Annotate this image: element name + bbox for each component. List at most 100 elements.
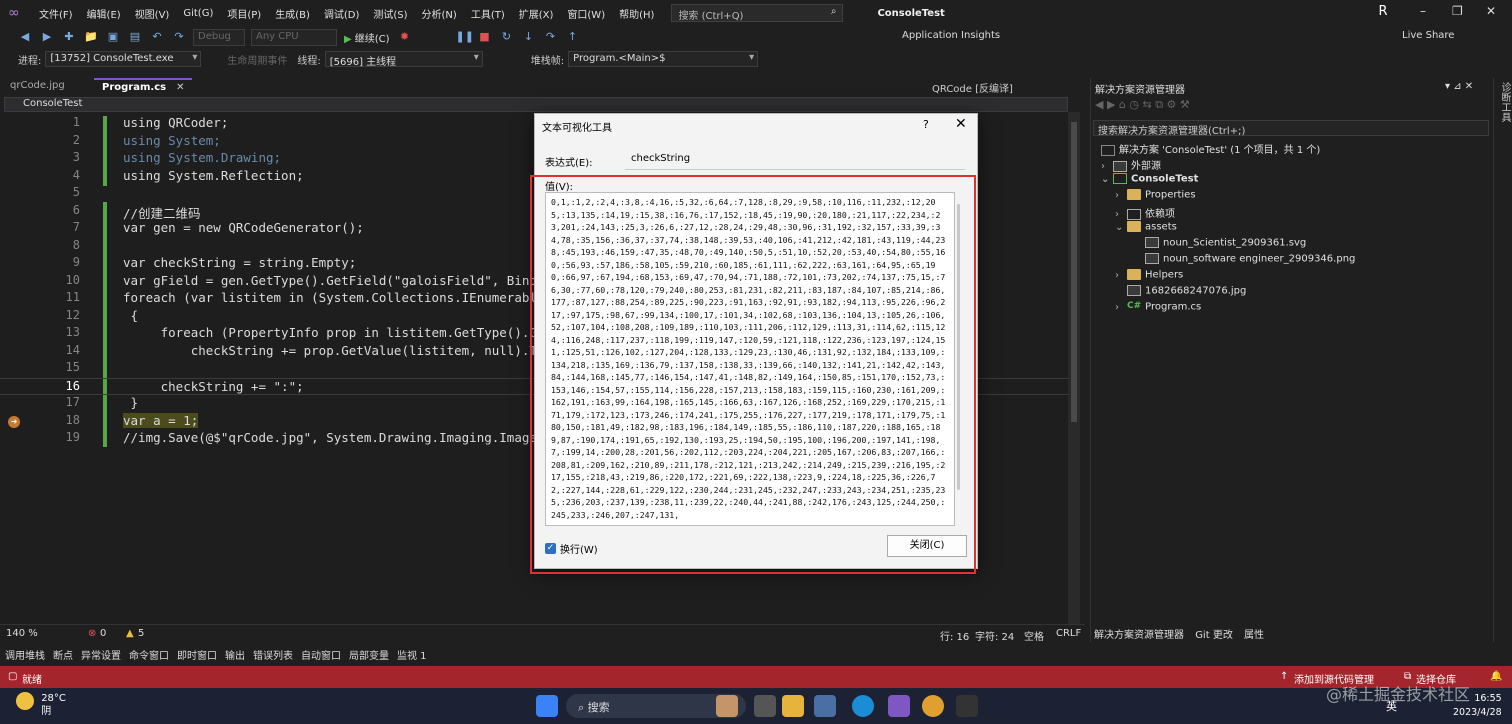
tab-qrcode-decompiled[interactable]: QRCode [反编译] [932, 80, 1013, 95]
expression-input[interactable]: checkString [625, 150, 965, 170]
step-out-icon[interactable]: ↑ [566, 30, 580, 44]
terminal-icon[interactable] [956, 695, 978, 717]
tab-breakpoints[interactable]: 断点 [53, 647, 73, 662]
chrome-icon[interactable] [922, 695, 944, 717]
error-count[interactable]: 0 [100, 628, 106, 639]
tab-immediate-window[interactable]: 即时窗口 [177, 647, 217, 662]
save-icon[interactable]: ▣ [106, 30, 120, 44]
stop-icon[interactable]: ■ [478, 30, 492, 44]
restart-icon[interactable]: ↻ [500, 30, 514, 44]
live-share-button[interactable]: Live Share [1402, 30, 1454, 41]
menu-debug[interactable]: 调试(D) [317, 6, 367, 21]
tree-helpers[interactable]: › Helpers [1115, 269, 1183, 281]
expand-arrow-icon[interactable]: › [1115, 209, 1127, 220]
menu-extensions[interactable]: 扩展(X) [512, 6, 561, 21]
collapse-arrow-icon[interactable]: ⌄ [1101, 174, 1113, 185]
menu-git[interactable]: Git(G) [176, 8, 220, 19]
solution-search-input[interactable]: 搜索解决方案资源管理器(Ctrl+;) [1093, 120, 1489, 137]
task-view-icon[interactable] [754, 695, 776, 717]
menu-tools[interactable]: 工具(T) [464, 6, 512, 21]
expand-arrow-icon[interactable]: › [1115, 190, 1127, 201]
global-search-input[interactable]: 搜索 (Ctrl+Q) ⌕ [671, 4, 844, 22]
thread-select[interactable]: [5696] 主线程 [324, 51, 483, 68]
whitespace-mode[interactable]: 空格 [1024, 628, 1044, 643]
continue-button[interactable]: ▶ 继续(C) [344, 30, 390, 45]
warning-count[interactable]: 5 [138, 628, 144, 639]
menu-window[interactable]: 窗口(W) [560, 6, 612, 21]
application-insights-button[interactable]: Application Insights [902, 30, 1000, 41]
restore-icon[interactable]: ❐ [1452, 4, 1463, 18]
dialog-close-icon[interactable]: ✕ [955, 116, 967, 132]
configuration-select[interactable]: Debug [193, 28, 245, 46]
expand-arrow-icon[interactable]: › [1101, 161, 1113, 172]
tree-file-png[interactable]: noun_software engineer_2909346.png [1145, 253, 1355, 265]
lifecycle-events[interactable]: 生命周期事件 [227, 52, 287, 67]
menu-view[interactable]: 视图(V) [128, 6, 177, 21]
editor-scrollbar[interactable] [1068, 112, 1080, 624]
close-window-icon[interactable]: ✕ [1486, 4, 1496, 18]
close-tab-icon[interactable]: ✕ [176, 82, 184, 93]
tab-qrcode-jpg[interactable]: qrCode.jpg [2, 78, 73, 95]
step-into-icon[interactable]: ↓ [522, 30, 536, 44]
edge-icon[interactable] [852, 695, 874, 717]
tree-program-cs[interactable]: › C# Program.cs [1115, 301, 1201, 313]
minimize-icon[interactable]: – [1420, 4, 1426, 18]
widget-app-icon[interactable] [716, 695, 738, 717]
start-icon[interactable] [536, 695, 558, 717]
back-icon[interactable]: ◀ [18, 30, 32, 44]
tree-file-jpg[interactable]: 1682668247076.jpg [1127, 285, 1246, 297]
tab-output[interactable]: 输出 [225, 647, 245, 662]
menu-file[interactable]: 文件(F) [32, 6, 80, 21]
store-icon[interactable] [814, 695, 836, 717]
line-ending[interactable]: CRLF [1056, 628, 1081, 639]
tree-project[interactable]: ⌄ ConsoleTest [1101, 173, 1198, 185]
collapse-arrow-icon[interactable]: ⌄ [1115, 222, 1127, 233]
tree-properties[interactable]: › Properties [1115, 189, 1196, 201]
tree-assets[interactable]: ⌄ assets [1115, 221, 1177, 233]
tab-solution-explorer[interactable]: 解决方案资源管理器 [1094, 630, 1184, 641]
tab-program-cs[interactable]: Program.cs ✕ [94, 78, 193, 95]
tab-command-window[interactable]: 命令窗口 [129, 647, 169, 662]
tree-file-svg[interactable]: noun_Scientist_2909361.svg [1145, 237, 1306, 249]
notifications-icon[interactable]: 🔔 [1490, 671, 1502, 682]
hot-reload-icon[interactable]: ✹ [398, 30, 412, 44]
visual-studio-icon[interactable] [888, 695, 910, 717]
menu-analyze[interactable]: 分析(N) [415, 6, 464, 21]
tab-git-changes[interactable]: Git 更改 [1195, 630, 1233, 641]
tab-locals[interactable]: 局部变量 [349, 647, 389, 662]
tab-watch-1[interactable]: 监视 1 [397, 647, 427, 662]
tree-solution[interactable]: 解决方案 'ConsoleTest' (1 个项目，共 1 个) [1101, 141, 1320, 156]
expand-arrow-icon[interactable]: › [1115, 302, 1127, 313]
weather-widget[interactable]: 28°C 阴 [16, 692, 66, 718]
redo-icon[interactable]: ↷ [172, 30, 186, 44]
tab-call-stack[interactable]: 调用堆栈 [5, 647, 45, 662]
user-avatar[interactable]: R [1374, 4, 1392, 22]
menu-test[interactable]: 测试(S) [366, 6, 414, 21]
tab-error-list[interactable]: 错误列表 [253, 647, 293, 662]
tree-dependencies[interactable]: › 依赖项 [1115, 205, 1175, 220]
process-select[interactable]: [13752] ConsoleTest.exe [45, 51, 202, 67]
menu-project[interactable]: 项目(P) [220, 6, 268, 21]
forward-icon[interactable]: ▶ [40, 30, 54, 44]
expand-arrow-icon[interactable]: › [1115, 270, 1127, 281]
tab-properties[interactable]: 属性 [1244, 630, 1264, 641]
file-explorer-icon[interactable] [782, 695, 804, 717]
tab-exception-settings[interactable]: 异常设置 [81, 647, 121, 662]
new-project-icon[interactable]: ✚ [62, 30, 76, 44]
menu-edit[interactable]: 编辑(E) [80, 6, 128, 21]
zoom-level[interactable]: 140 % [6, 628, 38, 639]
pin-icon[interactable]: ▾ ⊿ ✕ [1445, 81, 1473, 92]
stack-frame-select[interactable]: Program.<Main>$ [568, 51, 759, 67]
menu-build[interactable]: 生成(B) [268, 6, 317, 21]
undo-icon[interactable]: ↶ [150, 30, 164, 44]
step-over-icon[interactable]: ↷ [544, 30, 558, 44]
tab-autos[interactable]: 自动窗口 [301, 647, 341, 662]
menu-help[interactable]: 帮助(H) [612, 6, 661, 21]
pause-icon[interactable]: ❚❚ [456, 30, 474, 44]
scrollbar-thumb[interactable] [1071, 122, 1077, 422]
save-all-icon[interactable]: ▤ [128, 30, 142, 44]
help-button[interactable]: ? [923, 118, 929, 131]
diagnostic-tools-rail[interactable]: 诊断工具 [1493, 78, 1512, 642]
open-folder-icon[interactable]: 📁 [84, 30, 98, 44]
tree-external-sources[interactable]: › 外部源 [1101, 157, 1161, 172]
